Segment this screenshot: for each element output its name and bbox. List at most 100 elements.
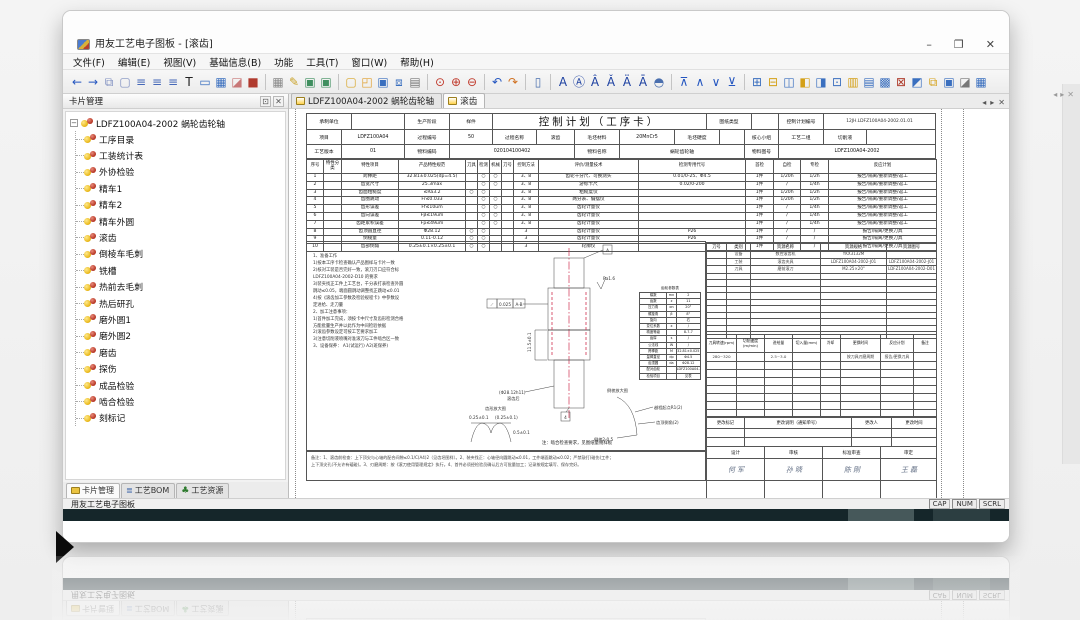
header-cell: 切削液 [823, 129, 866, 144]
text-icon[interactable]: T [181, 72, 197, 92]
grid-icon[interactable]: ▦ [270, 72, 286, 92]
align-middle-icon[interactable]: ≡ [149, 72, 165, 92]
border-edit-icon[interactable]: ▩ [877, 72, 893, 92]
cell-props-icon[interactable]: ⊡ [829, 72, 845, 92]
close-panel-icon[interactable]: ✕ [273, 96, 284, 107]
copy-card-icon[interactable]: ⧉ [925, 72, 941, 92]
remark-line: 备注：1、滚齿前检查：上下顶尖与心轴的配合间隙≤0.1/C(A4)2（见齿坯图样… [311, 455, 701, 462]
menu-item[interactable]: 功能 [274, 55, 293, 69]
tree-item[interactable]: 铣槽 [76, 262, 285, 278]
tree-item[interactable]: 磨外圆1 [76, 311, 285, 327]
undo-icon[interactable]: ↶ [489, 72, 505, 92]
new-icon[interactable]: ▢ [343, 72, 359, 92]
tree-item[interactable]: 啮合检验 [76, 393, 285, 409]
minimize-button[interactable]: – [926, 39, 932, 51]
menu-item[interactable]: 文件(F) [73, 55, 105, 69]
zoom-out-icon[interactable]: ⊖ [464, 72, 480, 92]
delete-card-icon[interactable]: ◪ [957, 72, 973, 92]
font-down-icon[interactable]: Ǎ [603, 72, 619, 92]
menu-item[interactable]: 帮助(H) [400, 55, 434, 69]
insert-row-icon[interactable]: ⊞ [749, 72, 765, 92]
split-cell-icon[interactable]: ◩ [909, 72, 925, 92]
forward-icon[interactable]: → [85, 72, 101, 92]
tree-item[interactable]: 磨外圆2 [76, 328, 285, 344]
save-icon[interactable]: ▣ [375, 72, 391, 92]
card-select-icon[interactable]: ▢ [117, 72, 133, 92]
tree-item[interactable]: 外协检验 [76, 164, 285, 180]
card-ref-icon[interactable]: ⧉ [101, 72, 117, 92]
font-icon[interactable]: A [555, 72, 571, 92]
draw-pencil-icon[interactable]: ✎ [286, 72, 302, 92]
merge-cells-icon[interactable]: ◫ [781, 72, 797, 92]
tree-item[interactable]: 刻标记 [76, 410, 285, 426]
pin-icon[interactable]: ⊡ [260, 96, 271, 107]
table-props-icon[interactable]: ▤ [861, 72, 877, 92]
tree-item[interactable]: 磨齿 [76, 344, 285, 360]
open-icon[interactable]: ◰ [359, 72, 375, 92]
save-card-icon[interactable]: ▣ [941, 72, 957, 92]
doc-tab-0[interactable]: LDFZ100A04-2002 蜗轮齿轮轴 [291, 93, 442, 108]
tree-item[interactable]: 工序目录 [76, 131, 285, 147]
tree-item[interactable]: 探伤 [76, 360, 285, 376]
font-base-icon[interactable]: Ā [635, 72, 651, 92]
sidebar-tab-2[interactable]: ♣工艺资源 [176, 483, 229, 498]
char-row: 8齿顶圆直径Φ28.12○○3齿轮计量仪P261件//报告/隔离/更换刀具 [307, 228, 937, 236]
menu-item[interactable]: 窗口(W) [351, 55, 387, 69]
align-top-icon[interactable]: ≡ [133, 72, 149, 92]
card-template-icon[interactable]: ▯ [530, 72, 546, 92]
move-top-icon[interactable]: ⊼ [676, 72, 692, 92]
doc-tab-1[interactable]: 滚齿 [443, 93, 485, 108]
tab-nav-next-icon[interactable]: ▸ [990, 98, 994, 107]
move-bottom-icon[interactable]: ⊻ [724, 72, 740, 92]
tree-root[interactable]: − LDFZ100A04-2002 蜗轮齿轮轴 [70, 115, 285, 131]
comment-icon[interactable]: ◓ [651, 72, 667, 92]
tree-item[interactable]: 热后研孔 [76, 295, 285, 311]
save-all-icon[interactable]: ⧈ [391, 72, 407, 92]
delete-row-icon[interactable]: ⊟ [765, 72, 781, 92]
redo-icon[interactable]: ↷ [505, 72, 521, 92]
row-props-icon[interactable]: ▥ [845, 72, 861, 92]
textbox-icon[interactable]: ▭ [197, 72, 213, 92]
expander-icon[interactable]: − [70, 119, 78, 127]
zoom-in-icon[interactable]: ⊕ [448, 72, 464, 92]
align-bottom-icon[interactable]: ≡ [165, 72, 181, 92]
tree-item[interactable]: 工装统计表 [76, 147, 285, 163]
tree-item[interactable]: 倒棱车毛刺 [76, 246, 285, 262]
move-down-icon[interactable]: ∨ [708, 72, 724, 92]
circled-font-icon[interactable]: Ⓐ [571, 72, 587, 92]
font-up-icon[interactable]: Â [587, 72, 603, 92]
back-icon[interactable]: ← [69, 72, 85, 92]
move-up-icon[interactable]: ∧ [692, 72, 708, 92]
tree-item[interactable]: 精车2 [76, 197, 285, 213]
tab-nav-close-icon[interactable]: ✕ [998, 98, 1005, 107]
insert-col-left-icon[interactable]: ◧ [797, 72, 813, 92]
play-arrow[interactable] [56, 531, 74, 563]
stamp-icon[interactable]: ■ [245, 72, 261, 92]
card-grid-icon[interactable]: ▦ [973, 72, 989, 92]
menu-item[interactable]: 基础信息(B) [209, 55, 261, 69]
close-button[interactable]: ✕ [986, 39, 995, 51]
image-export-icon[interactable]: ▣ [318, 72, 334, 92]
eraser-icon[interactable]: ◪ [229, 72, 245, 92]
tree-item[interactable]: 精车外圆 [76, 213, 285, 229]
document-canvas[interactable]: 承制单位生产阶段样件控制计划（工序卡）图纸类型控制计划编号12JH.LDFZ10… [289, 109, 1009, 498]
font-style-icon[interactable]: Ä [619, 72, 635, 92]
print-icon[interactable]: ▤ [407, 72, 423, 92]
insert-col-right-icon[interactable]: ◨ [813, 72, 829, 92]
sidebar-tab-1[interactable]: ≣工艺BOM [121, 483, 175, 498]
menu-item[interactable]: 视图(V) [163, 55, 196, 69]
tree-item[interactable]: 热前去毛刺 [76, 279, 285, 295]
tree-item[interactable]: 精车1 [76, 180, 285, 196]
image-import-icon[interactable]: ▣ [302, 72, 318, 92]
menu-item[interactable]: 工具(T) [306, 55, 338, 69]
tab-nav-prev-icon[interactable]: ◂ [982, 98, 986, 107]
tree-item[interactable]: 滚齿 [76, 229, 285, 245]
restore-button[interactable]: ❐ [954, 39, 964, 51]
image-frame-icon[interactable]: ▦ [213, 72, 229, 92]
menu-item[interactable]: 编辑(E) [118, 55, 150, 69]
zoom-window-icon[interactable]: ⊙ [432, 72, 448, 92]
delete-cell-icon[interactable]: ⊠ [893, 72, 909, 92]
char-col-header: 机械 [490, 160, 502, 174]
tree-item[interactable]: 成品检验 [76, 377, 285, 393]
sidebar-tab-0[interactable]: 卡片管理 [66, 483, 120, 498]
